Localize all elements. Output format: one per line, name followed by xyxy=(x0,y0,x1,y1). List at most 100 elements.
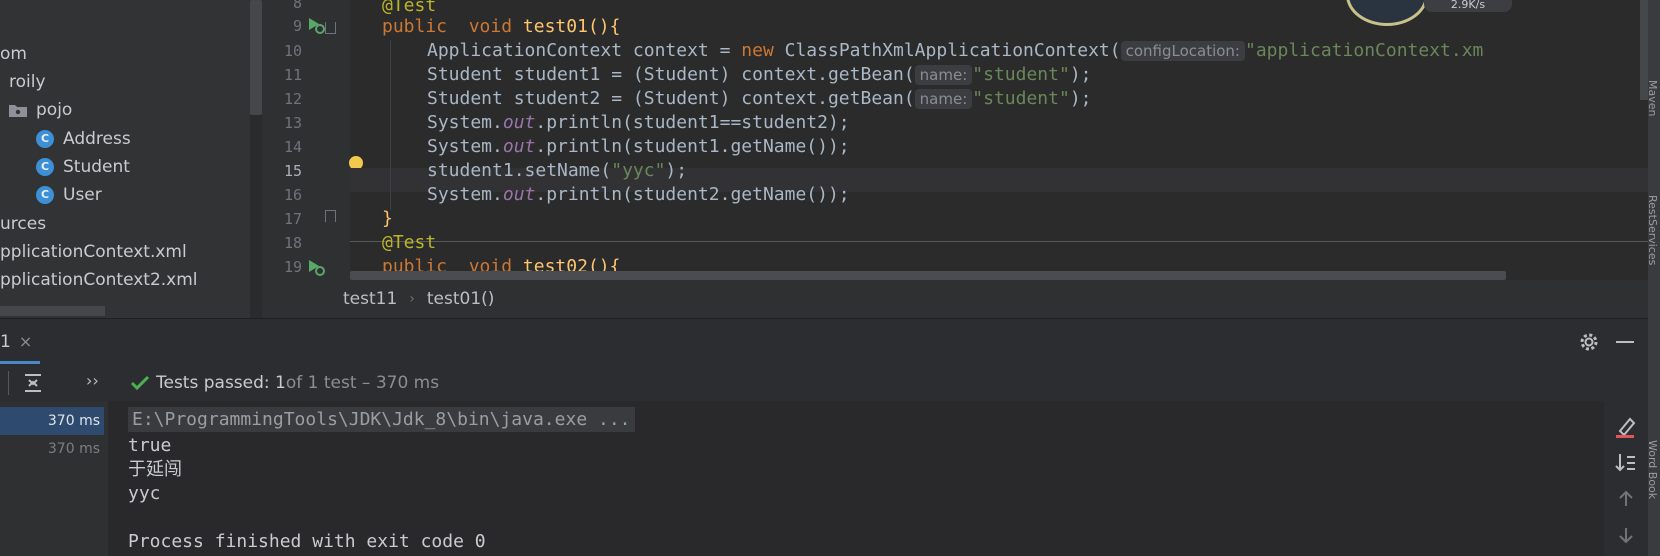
code-editor[interactable]: 8 9 10 11 12 13 14 15 16 17 18 19 @Test … xyxy=(262,0,1648,280)
code-text: student1.setName( xyxy=(427,160,612,181)
tree-item-applicationcontext-xml[interactable]: pplicationContext.xml xyxy=(0,238,187,266)
run-test-icon[interactable] xyxy=(306,257,326,277)
tree-item-label: urces xyxy=(0,214,47,234)
fold-collapse-icon[interactable] xyxy=(325,22,336,34)
tree-v-scrollbar[interactable] xyxy=(250,0,262,115)
code-line-12: Student student2 = (Student) context.get… xyxy=(427,86,1092,111)
wordbook-tool-button[interactable]: Word Book xyxy=(1646,440,1659,499)
run-toolbar: ›› Tests passed: 1 of 1 test – 370 ms xyxy=(0,365,1648,401)
run-tab-label: 1 xyxy=(0,332,11,352)
code-line-18: @Test xyxy=(382,230,436,255)
code-line-16: System.out.println(student2.getName()); xyxy=(427,182,850,207)
punct: } xyxy=(382,208,393,229)
clear-console-icon[interactable] xyxy=(1614,415,1638,439)
tree-item-label: pojo xyxy=(36,100,73,120)
minimize-icon[interactable] xyxy=(1614,331,1636,353)
restservices-tool-button[interactable]: RestServices xyxy=(1646,195,1659,265)
string-literal: "yyc" xyxy=(611,160,666,181)
punct: (){ xyxy=(587,16,621,37)
tree-item-com[interactable]: om xyxy=(0,40,27,68)
line-number: 17 xyxy=(283,210,302,228)
string-literal: "student" xyxy=(972,88,1070,109)
param-hint: name: xyxy=(914,89,973,109)
test-result-row[interactable]: 370 ms xyxy=(0,435,104,463)
line-number: 9 xyxy=(292,17,302,35)
code-text: Student student1 = (Student) context.get… xyxy=(427,64,915,85)
tree-item-pojo[interactable]: pojo xyxy=(8,96,72,124)
console-line: yyc xyxy=(128,483,161,504)
arrow-up-icon[interactable] xyxy=(1616,489,1636,509)
line-number: 19 xyxy=(283,258,302,276)
keyword: new xyxy=(741,40,774,61)
package-folder-icon xyxy=(9,104,27,117)
param-hint: name: xyxy=(914,65,973,85)
test-result-row[interactable]: 370 ms xyxy=(0,407,104,435)
param-hint: configLocation: xyxy=(1120,41,1245,61)
code-line-10: ApplicationContext context = new ClassPa… xyxy=(427,38,1483,63)
line-number: 12 xyxy=(283,90,302,108)
console-line: 于延闯 xyxy=(128,459,182,480)
code-line-14: System.out.println(student1.getName()); xyxy=(427,134,850,159)
static-field: out xyxy=(502,184,536,205)
tree-item-label: User xyxy=(63,185,102,205)
code-line-15: student1.setName("yyc"); xyxy=(427,158,687,183)
string-literal: "applicationContext.xm xyxy=(1244,40,1484,61)
tree-item-label: roily xyxy=(9,72,46,92)
static-field: out xyxy=(502,112,536,133)
maven-tool-button[interactable]: Maven xyxy=(1646,80,1659,116)
code-text: .println(student2.getName()); xyxy=(535,184,850,205)
tree-item-address-class[interactable]: C Address xyxy=(36,125,131,153)
fold-end-icon[interactable] xyxy=(325,210,336,222)
run-tab[interactable]: 1 × xyxy=(0,329,32,355)
tests-detail: of 1 test – 370 ms xyxy=(285,373,440,393)
tree-item-resources[interactable]: urces xyxy=(0,210,46,238)
code-text: System. xyxy=(427,112,503,133)
line-number: 14 xyxy=(283,138,302,156)
network-speed-widget: 2.9K/s xyxy=(1346,0,1526,26)
console-side-toolbar xyxy=(1604,401,1648,556)
expand-all-icon[interactable] xyxy=(22,372,44,394)
tests-passed-label: Tests passed: 1 xyxy=(156,373,286,393)
tree-item-label: pplicationContext2.xml xyxy=(0,270,198,290)
class-icon: C xyxy=(36,158,54,176)
keyword: void xyxy=(468,16,513,37)
tree-item-applicationcontext2-xml[interactable]: pplicationContext2.xml xyxy=(0,266,198,294)
test-status: Tests passed: 1 of 1 test – 370 ms xyxy=(130,365,439,401)
arrow-down-icon[interactable] xyxy=(1616,525,1636,545)
editor-h-scrollbar[interactable] xyxy=(350,271,1506,280)
run-test-icon[interactable] xyxy=(306,15,326,35)
line-number: 18 xyxy=(283,234,302,252)
code-line-9: public void test01(){ xyxy=(382,14,620,39)
line-number: 16 xyxy=(283,186,302,204)
tree-h-scrollbar[interactable] xyxy=(0,306,105,316)
right-tool-strip: Maven RestServices Word Book xyxy=(1646,0,1660,556)
tree-item-label: Address xyxy=(63,129,131,149)
method-separator xyxy=(350,241,1648,242)
check-icon xyxy=(130,375,150,391)
toolbar-separator xyxy=(8,371,9,395)
breadcrumb-item[interactable]: test01() xyxy=(427,289,495,309)
code-line-11: Student student1 = (Student) context.get… xyxy=(427,62,1092,87)
close-icon[interactable]: × xyxy=(19,329,32,355)
sort-down-icon[interactable] xyxy=(1614,451,1638,475)
more-chevron-icon[interactable]: ›› xyxy=(86,371,99,390)
class-icon: C xyxy=(36,130,54,148)
line-number: 13 xyxy=(283,114,302,132)
breadcrumb-separator: › xyxy=(409,291,415,307)
indent-guide xyxy=(390,40,391,210)
network-speed-label: 2.9K/s xyxy=(1424,0,1512,12)
line-number: 15 xyxy=(283,162,302,180)
editor-gutter: 8 9 10 11 12 13 14 15 16 17 18 19 xyxy=(262,0,363,280)
tree-item-student-class[interactable]: C Student xyxy=(36,153,130,181)
method-name: test01 xyxy=(522,16,588,37)
keyword: public xyxy=(382,16,448,37)
code-text: ApplicationContext context = xyxy=(427,40,742,61)
code-line-17: } xyxy=(382,206,393,231)
code-text: System. xyxy=(427,136,503,157)
console-output[interactable]: E:\ProgrammingTools\JDK\Jdk_8\bin\java.e… xyxy=(108,401,1604,556)
gear-icon[interactable] xyxy=(1578,331,1600,353)
breadcrumb-item[interactable]: test11 xyxy=(343,289,397,309)
tree-item-roily[interactable]: roily xyxy=(0,68,46,96)
console-line: Process finished with exit code 0 xyxy=(128,531,486,552)
tree-item-user-class[interactable]: C User xyxy=(36,181,102,209)
